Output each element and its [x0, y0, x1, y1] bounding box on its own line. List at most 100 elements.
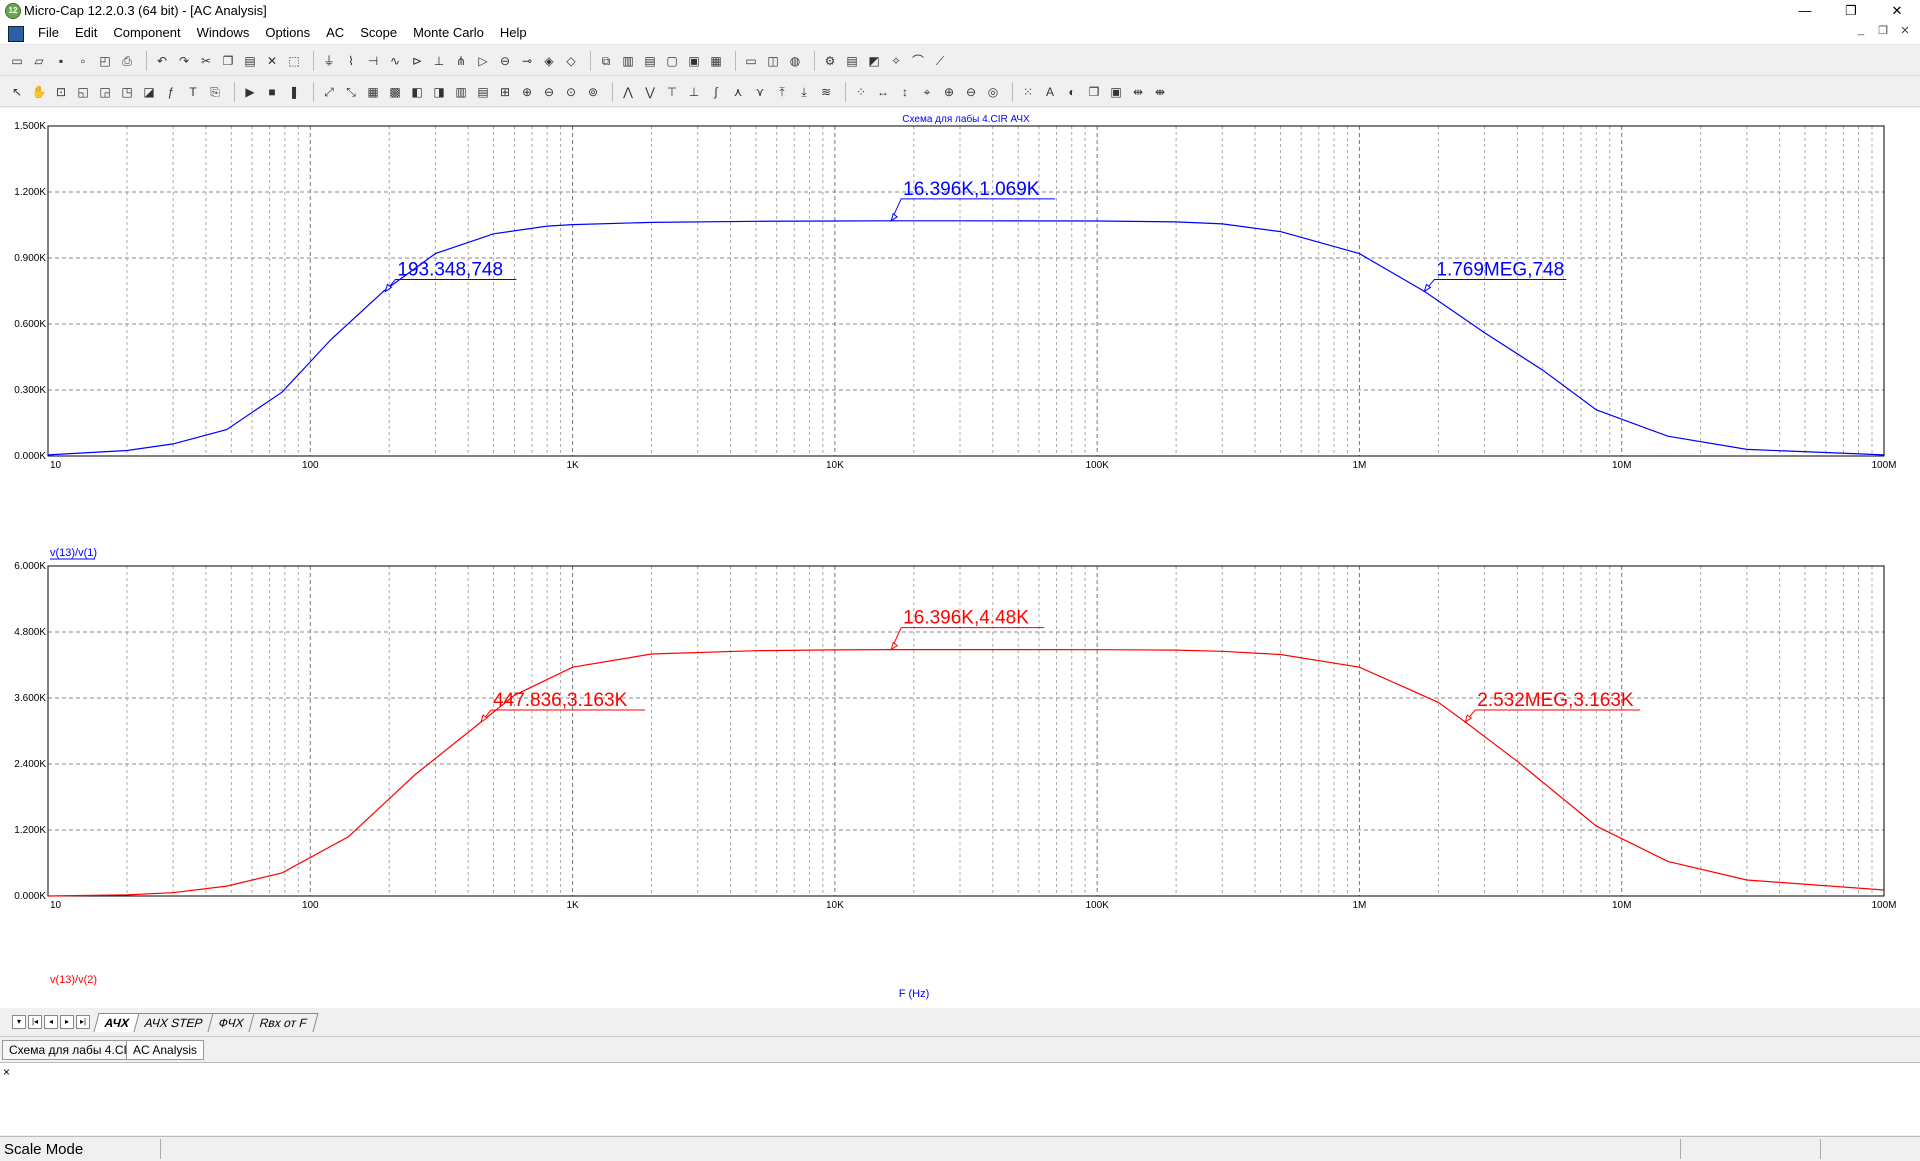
calculator-icon[interactable]: ▦: [707, 52, 725, 70]
plot-area[interactable]: Схема для лабы 4.CIR АЧХ 1.500K 1.200K 0.9…: [0, 108, 1920, 1008]
close-output-icon[interactable]: ×: [3, 1065, 10, 1079]
data-points-icon[interactable]: ⁘: [852, 83, 870, 101]
inductor-icon[interactable]: ∿: [386, 52, 404, 70]
scope-icon[interactable]: ⟋: [931, 52, 949, 70]
output-pane[interactable]: ×: [0, 1062, 1920, 1135]
menu-scope[interactable]: Scope: [352, 25, 405, 40]
plot-icon[interactable]: ⌒: [909, 52, 927, 70]
menu-windows[interactable]: Windows: [189, 25, 258, 40]
inflection-icon[interactable]: ∫: [707, 83, 725, 101]
vertical-tag-icon[interactable]: ↕: [896, 83, 914, 101]
minor-grid-icon[interactable]: ▩: [386, 83, 404, 101]
stop-icon[interactable]: ■: [263, 83, 281, 101]
settings-icon[interactable]: ✧: [887, 52, 905, 70]
probe-icon[interactable]: ◇: [562, 52, 580, 70]
text-icon[interactable]: T: [184, 83, 202, 101]
tokens-icon[interactable]: ◧: [408, 83, 426, 101]
go-to-y-icon[interactable]: ⤒: [773, 83, 791, 101]
analysis-icon[interactable]: ⚙: [821, 52, 839, 70]
mdi-restore-button[interactable]: ❐: [1872, 24, 1894, 37]
limits-icon[interactable]: ⤢: [320, 83, 338, 101]
point-tag-icon[interactable]: ⌖: [918, 83, 936, 101]
horizontal-tag-icon[interactable]: ↔: [874, 83, 892, 101]
performance-icon[interactable]: ≋: [817, 83, 835, 101]
split-icon[interactable]: ▤: [474, 83, 492, 101]
next-valley-icon[interactable]: ⋁: [641, 83, 659, 101]
menu-file[interactable]: File: [30, 25, 67, 40]
capacitor-icon[interactable]: ⊣: [364, 52, 382, 70]
save-icon[interactable]: ▪: [52, 52, 70, 70]
global-high-icon[interactable]: ⋏: [729, 83, 747, 101]
node-icon[interactable]: ◈: [540, 52, 558, 70]
pointer-icon[interactable]: ↖: [8, 83, 26, 101]
trace-v13-v1[interactable]: [47, 220, 1885, 456]
globe-icon[interactable]: ◍: [786, 52, 804, 70]
bottom-annotation-label[interactable]: 447.836,3.163K: [493, 690, 628, 711]
ground-icon[interactable]: ⏚: [320, 52, 338, 70]
restore-scale-icon[interactable]: ⊚: [584, 83, 602, 101]
trace-label-top[interactable]: v(13)/v(1): [50, 547, 97, 559]
bottom-annotation-label[interactable]: 2.532MEG,3.163K: [1477, 690, 1634, 711]
menu-help[interactable]: Help: [492, 25, 535, 40]
pan-icon[interactable]: ✋: [30, 83, 48, 101]
trace-label-bottom[interactable]: v(13)/v(2): [50, 974, 97, 986]
export-icon[interactable]: ⎘: [206, 83, 224, 101]
tab-menu-button[interactable]: ▾: [12, 1015, 26, 1029]
zoom-region-icon[interactable]: ⊡: [52, 83, 70, 101]
formula-icon[interactable]: ƒ: [162, 83, 180, 101]
dots-icon[interactable]: ⁙: [1019, 83, 1037, 101]
tab-prev-button[interactable]: ◂: [44, 1015, 58, 1029]
source-icon[interactable]: ⊖: [496, 52, 514, 70]
menu-ac[interactable]: AC: [318, 25, 352, 40]
doc-tab-schematic[interactable]: Схема для лабы 4.CIR: [2, 1040, 143, 1060]
switch-icon[interactable]: ⊸: [518, 52, 536, 70]
high-icon[interactable]: ⊤: [663, 83, 681, 101]
align-icon[interactable]: ⇹: [1129, 83, 1147, 101]
print-preview-icon[interactable]: ◰: [96, 52, 114, 70]
zoom-in-icon-2[interactable]: ⊕: [940, 83, 958, 101]
zoom-out-icon[interactable]: ⊖: [540, 83, 558, 101]
document-icon[interactable]: [8, 26, 24, 42]
tab-last-button[interactable]: ▸|: [76, 1015, 90, 1029]
new-file-icon[interactable]: ▭: [8, 52, 26, 70]
tab-first-button[interactable]: |◂: [28, 1015, 42, 1029]
tile-horizontal-icon[interactable]: ▤: [641, 52, 659, 70]
doc-tab-ac-analysis[interactable]: AC Analysis: [126, 1040, 205, 1060]
cascade-icon[interactable]: ⧉: [597, 52, 615, 70]
top-annotation-label[interactable]: 16.396K,1.069K: [903, 179, 1040, 200]
menu-edit[interactable]: Edit: [67, 25, 105, 40]
copy-icon[interactable]: ❐: [219, 52, 237, 70]
cursor-icon[interactable]: ◲: [96, 83, 114, 101]
go-to-x-icon[interactable]: ⤓: [795, 83, 813, 101]
undo-icon[interactable]: ↶: [153, 52, 171, 70]
properties-icon[interactable]: ▤: [843, 52, 861, 70]
battery-icon[interactable]: ⊥: [430, 52, 448, 70]
diode-icon[interactable]: ⊳: [408, 52, 426, 70]
paste-icon[interactable]: ▤: [241, 52, 259, 70]
page-icon[interactable]: ▭: [742, 52, 760, 70]
print-icon[interactable]: ⎙: [118, 52, 136, 70]
bottom-annotation-label[interactable]: 16.396K,4.48K: [903, 608, 1029, 629]
window-icon[interactable]: ▢: [663, 52, 681, 70]
open-file-icon[interactable]: ▱: [30, 52, 48, 70]
grid-icon[interactable]: ▦: [364, 83, 382, 101]
trace-v13-v2[interactable]: [47, 649, 1885, 897]
same-y-icon[interactable]: ▥: [452, 83, 470, 101]
probe-window-icon[interactable]: ◩: [865, 52, 883, 70]
transistor-icon[interactable]: ⋔: [452, 52, 470, 70]
menu-component[interactable]: Component: [105, 25, 188, 40]
scale-icon[interactable]: ◱: [74, 83, 92, 101]
menu-options[interactable]: Options: [257, 25, 318, 40]
ac-analysis-plot[interactable]: Схема для лабы 4.CIR АЧХ 1.500K 1.200K 0.9…: [0, 108, 1920, 1008]
tile-vertical-icon[interactable]: ▥: [619, 52, 637, 70]
save-all-icon[interactable]: ▫: [74, 52, 92, 70]
menu-monte-carlo[interactable]: Monte Carlo: [405, 25, 492, 40]
auto-scale-icon[interactable]: ⊙: [562, 83, 580, 101]
minimize-button[interactable]: —: [1782, 0, 1828, 22]
zoom-out-icon-2[interactable]: ⊖: [962, 83, 980, 101]
top-annotation-label[interactable]: 1.769MEG,748: [1436, 259, 1564, 280]
tab-achx-step[interactable]: АЧХ STEP: [133, 1013, 215, 1032]
copy-plot-icon[interactable]: ❐: [1085, 83, 1103, 101]
tab-next-button[interactable]: ▸: [60, 1015, 74, 1029]
color-icon[interactable]: ◐: [1063, 83, 1081, 101]
